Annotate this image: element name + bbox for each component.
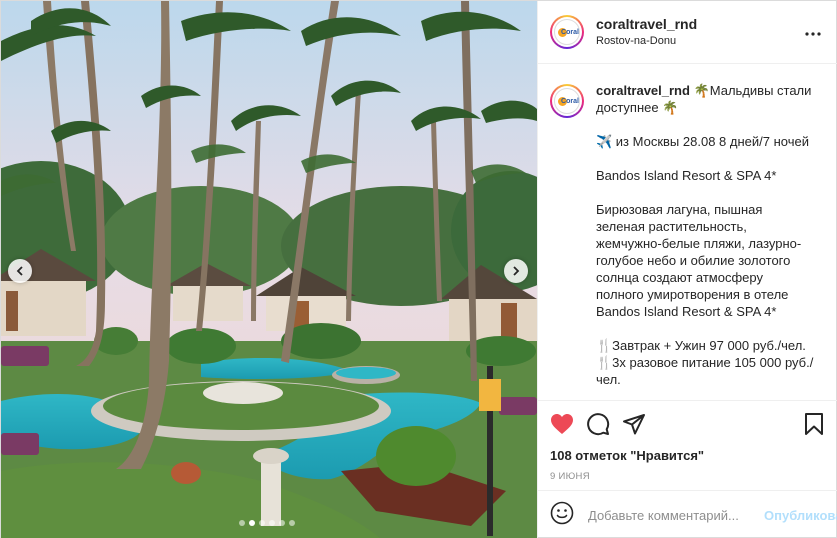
more-options-button[interactable] [801,20,825,44]
post-actions: 108 отметок "Нравится" 9 ИЮНЯ [538,400,837,483]
carousel-dots [239,520,295,526]
comments-section[interactable]: Coral coraltravel_rnd 🌴Мальдивы стали до… [538,64,837,400]
comment-button[interactable] [586,412,610,441]
carousel-dot [269,520,275,526]
logo-text: Coral [561,28,579,36]
coral-logo: Coral [554,88,580,114]
more-options-icon [805,23,821,41]
coral-logo: Coral [554,19,580,45]
carousel-dot-active [249,520,255,526]
caption-body: coraltravel_rnd 🌴Мальдивы стали доступне… [596,82,814,400]
emoji-icon [550,501,574,530]
carousel-dot [239,520,245,526]
chevron-left-icon [14,265,26,277]
post-location[interactable]: Rostov-na-Donu [596,34,801,49]
caption-text: 🌴Мальдивы стали доступнее 🌴 ✈️ из Москвы… [596,83,814,387]
post-header: Coral coraltravel_rnd Rostov-na-Donu [538,1,837,64]
logo-text: Coral [561,97,579,105]
caption: Coral coraltravel_rnd 🌴Мальдивы стали до… [550,82,828,400]
prev-slide-button[interactable] [8,259,32,283]
heart-icon [550,413,574,440]
caption-username[interactable]: coraltravel_rnd [596,83,690,98]
chevron-right-icon [510,265,522,277]
next-slide-button[interactable] [504,259,528,283]
like-button[interactable] [550,413,574,440]
comment-input[interactable] [588,507,764,523]
emoji-button[interactable] [550,501,574,530]
likes-count[interactable]: 108 отметок "Нравится" [550,447,826,464]
share-icon [622,412,646,441]
avatar[interactable]: Coral [550,15,584,49]
bookmark-icon [804,412,824,441]
post-username[interactable]: coraltravel_rnd [596,16,801,33]
comment-icon [586,412,610,441]
post-photo[interactable] [1,1,537,538]
publish-button[interactable]: Опубликовать [764,508,837,523]
carousel-dot [259,520,265,526]
save-button[interactable] [802,412,826,441]
post-side-panel: Coral coraltravel_rnd Rostov-na-Donu Cor… [537,1,837,538]
resort-image [1,1,537,538]
carousel-dot [279,520,285,526]
carousel-dot [289,520,295,526]
post-dialog: Coral coraltravel_rnd Rostov-na-Donu Cor… [0,0,837,538]
add-comment-bar: Опубликовать [538,490,837,538]
share-button[interactable] [622,412,646,441]
post-date[interactable]: 9 ИЮНЯ [550,471,826,483]
caption-avatar[interactable]: Coral [550,84,584,118]
